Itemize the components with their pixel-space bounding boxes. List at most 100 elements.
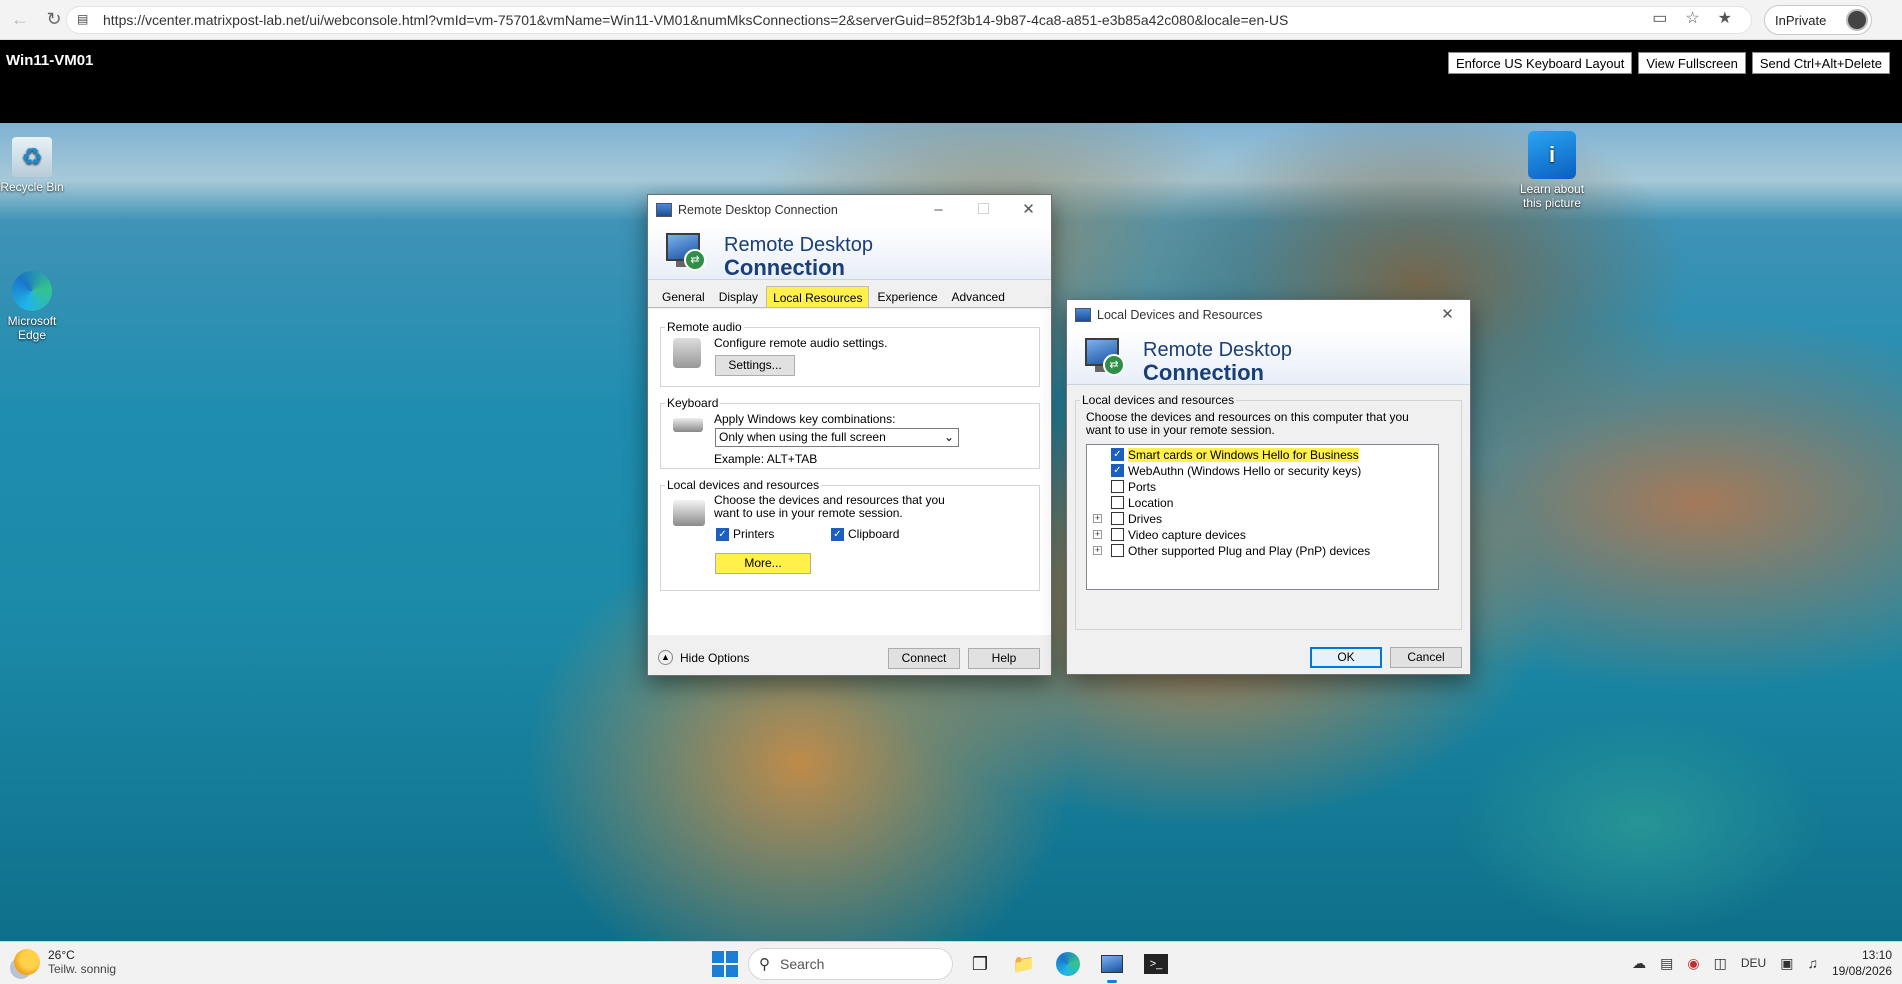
printers-label: Printers	[733, 527, 775, 541]
device-tree-item[interactable]: + Drives	[1087, 511, 1438, 527]
expand-plus-icon[interactable]: +	[1093, 530, 1102, 539]
task-view-icon[interactable]: ❐	[963, 947, 997, 981]
banner-line1: Remote Desktop	[724, 234, 873, 256]
device-tree-item[interactable]: + Other supported Plug and Play (PnP) dev…	[1087, 543, 1438, 559]
remote-desktop-taskbar-icon[interactable]	[1095, 947, 1129, 983]
ok-button[interactable]: OK	[1310, 647, 1382, 668]
security-icon[interactable]: ◉	[1687, 955, 1699, 972]
tab-experience[interactable]: Experience	[871, 286, 943, 307]
usb-icon[interactable]: ◫	[1714, 955, 1727, 972]
device-label: WebAuthn (Windows Hello or security keys…	[1128, 464, 1362, 478]
rdc-window: Remote Desktop Connection – ☐ ✕ ⇄ Remote…	[647, 194, 1052, 676]
speaker-icon	[673, 338, 701, 368]
tab-display[interactable]: Display	[713, 286, 764, 307]
profile-avatar-icon	[1846, 9, 1868, 31]
refresh-icon[interactable]: ↻	[40, 6, 68, 34]
cloud-icon[interactable]: ☁	[1632, 955, 1646, 972]
edge-taskbar-icon[interactable]	[1051, 947, 1085, 981]
device-tree-item[interactable]: + Video capture devices	[1087, 527, 1438, 543]
desktop-icon-learn-about-picture[interactable]: i Learn about this picture	[1516, 131, 1588, 210]
edge-icon	[12, 271, 52, 311]
close-icon[interactable]: ✕	[1006, 195, 1051, 225]
device-label: Video capture devices	[1128, 528, 1246, 542]
language-indicator[interactable]: DEU	[1741, 956, 1766, 970]
vm-title: Win11-VM01	[6, 52, 94, 69]
tab-panel: Remote audio Configure remote audio sett…	[648, 309, 1051, 635]
remote-desktop-logo-icon: ⇄	[1081, 336, 1127, 380]
more-button[interactable]: More...	[715, 553, 811, 574]
connect-button[interactable]: Connect	[888, 648, 960, 669]
banner-line1: Remote Desktop	[1143, 339, 1292, 361]
partly-sunny-icon	[14, 949, 40, 975]
close-icon[interactable]: ✕	[1425, 300, 1470, 330]
hide-options-toggle[interactable]: ▲ Hide Options	[658, 650, 749, 665]
view-fullscreen-button[interactable]: View Fullscreen	[1638, 52, 1746, 74]
tab-advanced[interactable]: Advanced	[946, 286, 1011, 307]
keyboard-icon	[673, 418, 703, 432]
device-checkbox[interactable]: ✓	[1111, 448, 1124, 461]
reader-view-icon[interactable]: ▭	[1652, 8, 1667, 28]
terminal-icon[interactable]: >_	[1139, 947, 1173, 981]
device-tree-item[interactable]: ✓ WebAuthn (Windows Hello or security key…	[1087, 463, 1438, 479]
address-bar[interactable]: ▤ https://vcenter.matrixpost-lab.net/ui/…	[66, 6, 1752, 34]
devices-tree[interactable]: ✓ Smart cards or Windows Hello for Busine…	[1086, 444, 1439, 590]
inprivate-profile-button[interactable]: InPrivate	[1764, 5, 1872, 35]
clipboard-checkbox[interactable]: ✓	[831, 528, 844, 541]
display-icon[interactable]: ▣	[1780, 955, 1793, 972]
device-checkbox[interactable]	[1111, 480, 1124, 493]
taskbar: 26°C Teilw. sonnig ⚲ Search ❐ 📁 >_ ☁ ▤ ◉…	[0, 941, 1902, 984]
network-app-icon[interactable]: ▤	[1660, 955, 1673, 972]
desktop-icon-recycle-bin[interactable]: ♻ Recycle Bin	[0, 137, 68, 194]
remote-audio-description: Configure remote audio settings.	[714, 336, 888, 350]
weather-widget[interactable]: 26°C Teilw. sonnig	[14, 948, 116, 976]
clock-date: 19/08/2026	[1831, 964, 1892, 978]
taskbar-search[interactable]: ⚲ Search	[748, 948, 953, 980]
help-button[interactable]: Help	[968, 648, 1040, 669]
enforce-us-keyboard-button[interactable]: Enforce US Keyboard Layout	[1447, 52, 1633, 74]
device-tree-item[interactable]: Location	[1087, 495, 1438, 511]
keyboard-example: Example: ALT+TAB	[714, 452, 818, 466]
local-devices-description: Choose the devices and resources that yo…	[714, 493, 945, 520]
windows-key-combination-select[interactable]: Only when using the full screen ⌄	[715, 428, 959, 447]
send-ctrl-alt-delete-button[interactable]: Send Ctrl+Alt+Delete	[1751, 52, 1890, 74]
cancel-button[interactable]: Cancel	[1390, 647, 1462, 668]
device-label: Other supported Plug and Play (PnP) devi…	[1128, 544, 1371, 558]
favorites-list-icon[interactable]: ★	[1718, 8, 1732, 28]
expand-plus-icon[interactable]: +	[1093, 546, 1102, 555]
volume-icon[interactable]: ♫	[1807, 955, 1818, 971]
device-checkbox[interactable]	[1111, 544, 1124, 557]
back-arrow-icon[interactable]: ←	[6, 6, 34, 34]
tab-general[interactable]: General	[656, 286, 711, 307]
device-checkbox[interactable]	[1111, 528, 1124, 541]
maximize-icon: ☐	[976, 201, 991, 218]
ldr-window-title: Local Devices and Resources	[1097, 308, 1263, 322]
device-checkbox[interactable]	[1111, 512, 1124, 525]
remote-audio-group: Remote audio Configure remote audio sett…	[660, 320, 1040, 387]
device-checkbox[interactable]: ✓	[1111, 464, 1124, 477]
printers-checkbox[interactable]: ✓	[716, 528, 729, 541]
desktop-icon-microsoft-edge[interactable]: Microsoft Edge	[0, 271, 68, 342]
clock[interactable]: 13:10 19/08/2026	[1832, 947, 1892, 979]
ldr-banner: ⇄ Remote Desktop Connection	[1067, 330, 1470, 385]
file-explorer-icon[interactable]: 📁	[1007, 947, 1041, 981]
site-info-icon[interactable]: ▤	[77, 12, 93, 28]
recycle-bin-icon: ♻	[12, 137, 52, 177]
remote-desktop-logo-icon: ⇄	[662, 231, 708, 275]
keyboard-group: Keyboard Apply Windows key combinations:…	[660, 396, 1040, 469]
hide-options-label: Hide Options	[680, 650, 750, 665]
start-button[interactable]	[712, 951, 738, 977]
expand-plus-icon[interactable]: +	[1093, 514, 1102, 523]
device-label: Ports	[1128, 480, 1157, 494]
browser-toolbar: ← ↻ ▤ https://vcenter.matrixpost-lab.net…	[0, 0, 1902, 40]
banner-line2: Connection	[1143, 360, 1264, 385]
audio-settings-button[interactable]: Settings...	[715, 355, 795, 376]
device-checkbox[interactable]	[1111, 496, 1124, 509]
devices-icon	[673, 500, 705, 526]
favorite-star-icon[interactable]: ☆	[1685, 8, 1699, 28]
tab-local-resources[interactable]: Local Resources	[766, 286, 870, 307]
temperature: 26°C	[48, 948, 75, 962]
device-tree-item[interactable]: Ports	[1087, 479, 1438, 495]
chevron-up-icon: ▲	[658, 650, 673, 665]
minimize-icon[interactable]: –	[916, 195, 961, 225]
device-tree-item[interactable]: ✓ Smart cards or Windows Hello for Busine…	[1087, 447, 1438, 463]
